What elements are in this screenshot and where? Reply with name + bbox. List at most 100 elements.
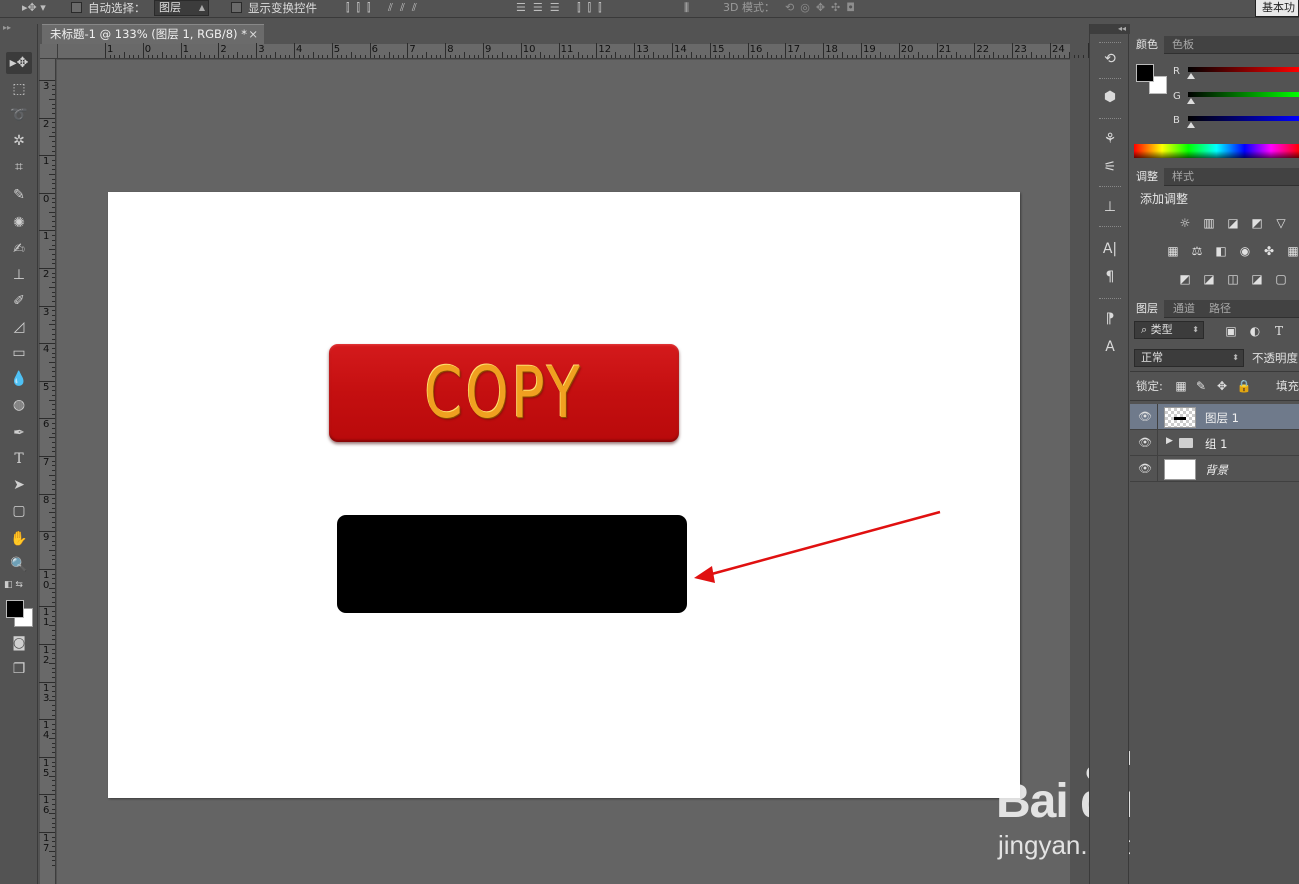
tab-paths[interactable]: 路径 [1203,300,1237,318]
channel-g-knob[interactable] [1187,98,1195,104]
tab-adjustments[interactable]: 调整 [1130,168,1164,186]
foreground-color-swatch[interactable] [6,600,24,618]
tab-channels[interactable]: 通道 [1167,300,1201,318]
channel-g-slider[interactable] [1188,92,1299,97]
color-spectrum-ramp[interactable] [1134,144,1299,158]
layer-row[interactable]: 👁 图层 1 [1130,404,1299,430]
auto-select-checkbox[interactable] [71,2,82,13]
lock-position-icon[interactable]: ✥ [1214,379,1230,393]
group-expand-chevron-icon[interactable]: ▶ [1166,436,1173,446]
move-tool-icon[interactable]: ▸✥ [6,52,32,74]
auto-select-dropdown[interactable]: 图层 ▲ [154,0,209,16]
paragraph-panel-icon[interactable]: ¶ [1098,266,1122,288]
move-tool-preset-icon[interactable]: ▸✥ ▾ [22,1,46,15]
gradient-map-icon[interactable]: ▢ [1273,272,1289,286]
lock-transparent-icon[interactable]: ▦ [1173,379,1189,393]
history-panel-icon[interactable]: ⟲ [1098,48,1122,70]
black-white-icon[interactable]: ◧ [1213,244,1229,258]
photo-filter-icon[interactable]: ◉ [1237,244,1253,258]
ruler-origin[interactable] [40,44,58,59]
distribute-icons[interactable]: ☰☰☰ ⫿⫿⫿ [516,1,609,15]
posterize-icon[interactable]: ◪ [1201,272,1217,286]
levels-icon[interactable]: ▥ [1201,216,1217,230]
workspace-switcher[interactable]: 基本功 [1255,0,1299,17]
tools-grip[interactable]: ▸▸ [3,24,33,32]
vibrance-icon[interactable]: ▽ [1273,216,1289,230]
eyedropper-tool-icon[interactable]: ✎ [6,184,32,206]
layer-visibility-eye-icon[interactable]: 👁 [1138,462,1152,475]
screen-mode-icon[interactable]: ❐ [6,658,32,680]
document-canvas[interactable]: COPY [108,192,1020,798]
invert-icon[interactable]: ◩ [1177,272,1193,286]
layer-filter-dropdown[interactable]: ⌕ 类型 ⬍ [1134,321,1204,339]
blend-mode-dropdown[interactable]: 正常 ⬍ [1134,349,1244,367]
character-styles-icon[interactable]: ⁋ [1098,308,1122,330]
channel-r-knob[interactable] [1187,73,1195,79]
clone-stamp-tool-icon[interactable]: ⊥ [6,264,32,286]
layer-row[interactable]: 👁 背景 [1130,456,1299,482]
eraser-tool-icon[interactable]: ◿ [6,316,32,338]
magic-wand-tool-icon[interactable]: ✲ [6,130,32,152]
dodge-tool-icon[interactable]: ◍ [6,394,32,416]
quick-mask-icon[interactable]: ◙ [6,632,32,654]
lasso-tool-icon[interactable]: ➰ [6,104,32,126]
channel-b-slider[interactable] [1188,116,1299,121]
marquee-tool-icon[interactable]: ⬚ [6,78,32,100]
path-selection-tool-icon[interactable]: ➤ [6,474,32,496]
vertical-ruler[interactable]: 32101234567891 01 11 21 31 41 51 61 7 [39,59,56,884]
layer-row[interactable]: 👁 ▶ 组 1 [1130,430,1299,456]
healing-brush-tool-icon[interactable]: ✺ [6,212,32,234]
filter-pixel-icon[interactable]: ▣ [1223,324,1239,338]
blur-tool-icon[interactable]: 💧 [6,368,32,390]
dock-collapse-icon[interactable]: ◂◂ [1090,24,1130,34]
rectangle-tool-icon[interactable]: ▢ [6,500,32,522]
channel-mixer-icon[interactable]: ✤ [1261,244,1277,258]
layer-visibility-eye-icon[interactable]: 👁 [1138,436,1152,449]
color-panel-foreground-swatch[interactable] [1136,64,1154,82]
brightness-contrast-icon[interactable]: ☼ [1177,216,1193,230]
document-tab[interactable]: 未标题-1 @ 133% (图层 1, RGB/8) * × [42,24,264,44]
exposure-icon[interactable]: ◩ [1249,216,1265,230]
curves-icon[interactable]: ◪ [1225,216,1241,230]
color-balance-icon[interactable]: ⚖ [1189,244,1205,258]
ruler-v-tick [49,850,55,852]
brush-presets-icon[interactable]: ⚘ [1098,128,1122,150]
hue-saturation-icon[interactable]: ▦ [1165,244,1181,258]
selective-color-icon[interactable]: ◪ [1249,272,1265,286]
gradient-tool-icon[interactable]: ▭ [6,342,32,364]
document-tab-close-icon[interactable]: × [248,25,258,43]
3d-panel-icon[interactable]: ⬢ [1098,86,1122,108]
brush-panel-icon[interactable]: ⚟ [1098,156,1122,178]
tab-layers[interactable]: 图层 [1130,300,1164,318]
character-panel-icon[interactable]: A| [1098,238,1122,260]
layer-visibility-eye-icon[interactable]: 👁 [1138,410,1152,423]
tab-color[interactable]: 颜色 [1130,36,1164,54]
filter-type-icon[interactable]: T [1271,324,1287,338]
zoom-tool-icon[interactable]: 🔍 [6,554,32,576]
horizontal-ruler[interactable]: 1 0 1 2 3 4 5 6 7 8 9 10 11 12 13 14 15 16 17 18 19 20 21 22 23 2… [58,43,1122,59]
color-lookup-icon[interactable]: ▦ [1285,244,1299,258]
brush-tool-icon[interactable]: ✍ [6,238,32,260]
clone-source-icon[interactable]: ⊥ [1098,196,1122,218]
tab-swatches[interactable]: 色板 [1166,36,1200,54]
channel-b-knob[interactable] [1187,122,1195,128]
lock-image-icon[interactable]: ✎ [1193,379,1209,393]
ruler-h-tick [1021,55,1023,58]
hand-tool-icon[interactable]: ✋ [6,528,32,550]
threshold-icon[interactable]: ◫ [1225,272,1241,286]
crop-tool-icon[interactable]: ⌗ [6,156,32,178]
lock-all-icon[interactable]: 🔒 [1236,379,1252,393]
default-colors-icon[interactable]: ◧ ⇆ [4,580,23,590]
channel-r-slider[interactable] [1188,67,1299,72]
history-brush-tool-icon[interactable]: ✐ [6,290,32,312]
ruler-h-tick [676,55,678,58]
align-icons[interactable]: ⫿⫿⫿ ⫽⫽⫽ [346,1,424,15]
show-transform-checkbox[interactable] [231,2,242,13]
3d-mode-icons[interactable]: ⟲◎✥✣◘ [785,1,861,15]
paragraph-styles-icon[interactable]: A [1098,336,1122,358]
type-tool-icon[interactable]: T [6,448,32,470]
auto-align-icon[interactable]: ⫼ [684,1,689,15]
pen-tool-icon[interactable]: ✒ [6,422,32,444]
tab-styles[interactable]: 样式 [1166,168,1200,186]
filter-adjustment-icon[interactable]: ◐ [1247,324,1263,338]
